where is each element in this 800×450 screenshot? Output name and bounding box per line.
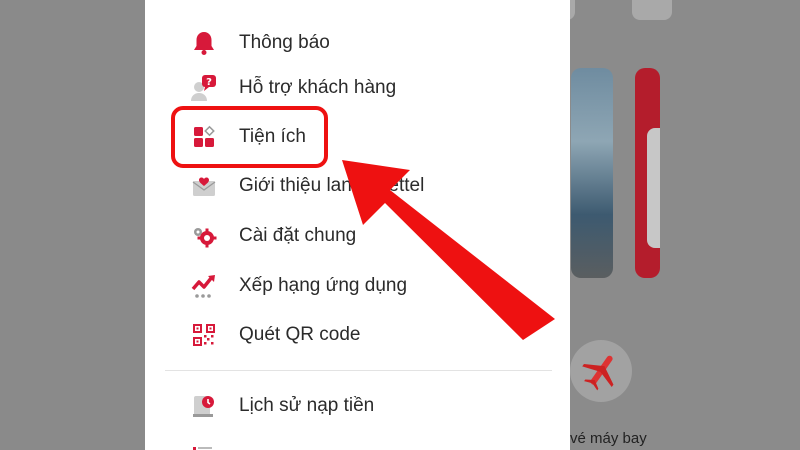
annotation-highlight-box [171, 106, 328, 168]
promo-banner-red[interactable] [635, 68, 660, 278]
bell-icon [189, 28, 219, 58]
menu-item-invite[interactable]: Giới thiệu lan y Viettel [145, 166, 570, 206]
invite-mail-icon [189, 171, 219, 201]
menu-item-support[interactable]: ? Hỗ trợ khách hàng [145, 68, 570, 108]
settings-gear-icon [189, 221, 219, 251]
menu-item-label: Giới thiệu lan y Viettel [239, 175, 425, 196]
menu-item-label: Hỗ trợ khách hàng [239, 77, 397, 98]
menu-item-label: Quét QR code [239, 324, 361, 345]
promo-banner-image[interactable] [571, 68, 613, 278]
rating-chart-icon [189, 271, 219, 301]
menu-divider [165, 370, 552, 371]
menu-item-settings[interactable]: Cài đặt chung [145, 216, 570, 256]
qr-code-icon [189, 320, 219, 350]
topup-history-icon [189, 391, 219, 421]
svg-text:?: ? [206, 77, 212, 88]
menu-item-partial[interactable] [193, 440, 213, 450]
menu-item-qr-scan[interactable]: Quét QR code [145, 315, 570, 355]
menu-item-rating[interactable]: Xếp hạng ứng dụng [145, 266, 570, 306]
background-card [632, 0, 672, 20]
menu-item-label: Thông báo [239, 32, 330, 53]
menu-item-notifications[interactable]: Thông báo [145, 23, 570, 63]
flight-service-label: vé máy bay [570, 430, 647, 447]
airplane-icon [582, 355, 614, 391]
menu-item-label: Cài đặt chung [239, 225, 357, 246]
background-left-overlay [0, 0, 145, 450]
side-menu: Thông báo ? Hỗ trợ khách hàng Tiện ích G… [145, 0, 570, 450]
list-icon [193, 447, 212, 450]
background-home-screen: vé máy bay [535, 0, 800, 450]
support-icon: ? [189, 73, 219, 103]
menu-item-label: Lịch sử nạp tiền [239, 395, 375, 416]
menu-item-label: Xếp hạng ứng dụng [239, 275, 408, 296]
menu-item-topup-history[interactable]: Lịch sử nạp tiền [145, 386, 570, 426]
flight-service-button[interactable] [570, 340, 632, 402]
